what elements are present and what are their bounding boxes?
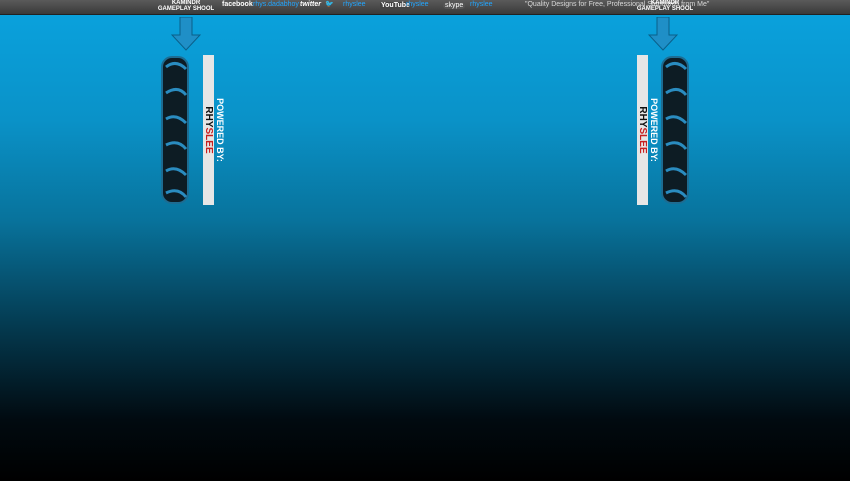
powered-by-tag-right: POWERED BY: RHYSLEE — [631, 55, 659, 205]
twitter-bird-icon: 🐦 — [325, 1, 334, 8]
brand-bottom-left: GAMEPLAY SHOOL — [157, 6, 215, 12]
skype-handle-link[interactable]: rhyslee — [470, 1, 493, 8]
powered-by-text-right: POWERED BY: — [649, 98, 659, 162]
skype-logo[interactable]: skype — [443, 2, 466, 9]
twitter-logo[interactable]: twitter — [300, 1, 321, 8]
facebook-logo[interactable]: facebook — [222, 1, 253, 8]
social-bar: KAMINDR GAMEPLAY SHOOL facebook rhys.dad… — [0, 0, 850, 15]
brand-bottom-right: GAMEPLAY SHOOL — [636, 6, 694, 12]
name-part2-left: SLEE — [203, 127, 214, 154]
rhyslee-name-right: RHYSLEE — [637, 55, 648, 205]
graffiti-logo-left — [161, 56, 189, 204]
name-part1-left: RHY — [203, 106, 214, 128]
down-arrow-icon-left — [171, 17, 201, 51]
banner-left: POWERED BY: RHYSLEE — [158, 55, 225, 205]
down-arrow-icon-right — [648, 17, 678, 51]
banner-right: POWERED BY: RHYSLEE — [636, 55, 696, 205]
brand-logo-right: KAMINDR GAMEPLAY SHOOL — [635, 0, 695, 12]
powered-by-text-left: POWERED BY: — [215, 98, 225, 162]
powered-by-tag-left: POWERED BY: RHYSLEE — [197, 55, 225, 205]
graffiti-logo-right — [661, 56, 689, 204]
facebook-handle-link[interactable]: rhys.dadabhoy — [253, 1, 299, 8]
name-part2-right: SLEE — [637, 127, 648, 154]
name-part1-right: RHY — [637, 106, 648, 128]
brand-logo-left: KAMINDR GAMEPLAY SHOOL — [156, 0, 216, 12]
rhyslee-name-left: RHYSLEE — [203, 55, 214, 205]
youtube-handle-link[interactable]: rhyslee — [406, 1, 429, 8]
twitter-handle-link[interactable]: rhyslee — [343, 1, 366, 8]
